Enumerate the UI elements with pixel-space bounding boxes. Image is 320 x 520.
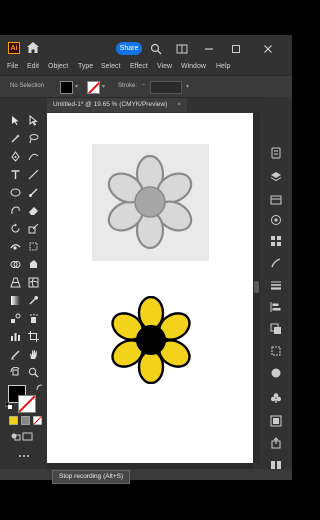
- stroke-stepper-icon[interactable]: ⌃: [141, 83, 146, 90]
- pathfinder-icon[interactable]: [270, 323, 282, 335]
- libraries-icon[interactable]: [270, 194, 282, 206]
- recording-tooltip: Stop recording (Alt+S): [52, 470, 131, 484]
- eyedropper-tool-icon[interactable]: [28, 295, 39, 306]
- rotate-view-tool-icon[interactable]: [10, 367, 21, 378]
- appearance-icon[interactable]: [270, 367, 282, 379]
- align-icon[interactable]: [270, 301, 282, 313]
- transform-icon[interactable]: [270, 345, 282, 357]
- line-segment-tool-icon[interactable]: [28, 169, 39, 180]
- curvature-tool-icon[interactable]: [28, 151, 39, 162]
- control-bar: No Selection ▾ ▾ Stroke: ⌃ ▾: [0, 75, 292, 98]
- yellow-flower-artwork[interactable]: [107, 296, 195, 384]
- layers-icon[interactable]: [270, 171, 282, 183]
- scale-tool-icon[interactable]: [28, 223, 39, 234]
- shaper-tool-icon[interactable]: [10, 205, 21, 216]
- restore-icon[interactable]: [230, 42, 242, 54]
- magic-wand-tool-icon[interactable]: [10, 133, 21, 144]
- menu-select[interactable]: Select: [101, 63, 120, 70]
- menu-edit[interactable]: Edit: [27, 63, 39, 70]
- menu-file[interactable]: File: [7, 63, 18, 70]
- lasso-tool-icon[interactable]: [28, 133, 39, 144]
- tools-panel: [4, 113, 44, 457]
- fill-swatch[interactable]: [60, 81, 73, 94]
- zoom-tool-icon[interactable]: [28, 367, 39, 378]
- default-fill-stroke-icon[interactable]: [5, 402, 12, 409]
- swap-fill-stroke-icon[interactable]: [36, 384, 43, 391]
- pen-tool-icon[interactable]: [10, 151, 21, 162]
- symbol-sprayer-tool-icon[interactable]: [28, 313, 39, 324]
- slice-tool-icon[interactable]: [10, 349, 21, 360]
- menu-help[interactable]: Help: [216, 63, 230, 70]
- right-panel-dock: [262, 97, 292, 480]
- close-tab-icon[interactable]: ×: [177, 98, 181, 112]
- arrange-documents-icon[interactable]: [176, 42, 188, 54]
- mesh-tool-icon[interactable]: [28, 277, 39, 288]
- search-icon[interactable]: [150, 42, 162, 55]
- gradient-tool-icon[interactable]: [10, 295, 21, 306]
- menu-view[interactable]: View: [157, 63, 172, 70]
- stroke-weight-input[interactable]: [150, 81, 182, 94]
- app-top-bar: Ai Share: [0, 35, 292, 60]
- home-icon[interactable]: [26, 41, 40, 54]
- artboard-tool-icon[interactable]: [28, 331, 39, 342]
- ellipse-tool-icon[interactable]: [10, 187, 21, 198]
- menu-object[interactable]: Object: [48, 63, 68, 70]
- color-icon[interactable]: [270, 214, 282, 226]
- reference-sketch-image[interactable]: [92, 144, 209, 261]
- gradient-mode-icon[interactable]: [21, 416, 30, 425]
- live-paint-tool-icon[interactable]: [28, 259, 39, 270]
- vertical-scrollbar[interactable]: [253, 113, 260, 463]
- shape-builder-tool-icon[interactable]: [10, 259, 21, 270]
- free-transform-tool-icon[interactable]: [28, 241, 39, 252]
- stroke-panel-icon[interactable]: [270, 279, 282, 291]
- blend-tool-icon[interactable]: [10, 313, 21, 324]
- brushes-icon[interactable]: [270, 257, 282, 269]
- close-icon[interactable]: [262, 42, 274, 54]
- vertical-scroll-thumb[interactable]: [254, 281, 259, 293]
- illustrator-logo: Ai: [8, 42, 20, 54]
- menu-type[interactable]: Type: [78, 63, 93, 70]
- symbols-icon[interactable]: [270, 392, 282, 404]
- artboard[interactable]: [47, 113, 253, 463]
- properties-icon[interactable]: [270, 147, 282, 159]
- none-mode-icon[interactable]: [33, 416, 42, 425]
- document-tab-title: Untitled-1* @ 19.65 % (CMYK/Preview): [53, 101, 168, 108]
- stroke-dropdown-icon[interactable]: ▾: [102, 83, 105, 90]
- perspective-grid-tool-icon[interactable]: [10, 277, 21, 288]
- selection-status: No Selection: [10, 83, 45, 89]
- graphic-styles-icon[interactable]: [270, 415, 282, 427]
- draw-normal-icon[interactable]: [10, 431, 21, 442]
- status-bar: [0, 469, 292, 480]
- asset-export-icon[interactable]: [270, 437, 282, 449]
- stroke-label: Stroke:: [118, 83, 138, 89]
- warp-tool-icon[interactable]: [10, 241, 21, 252]
- column-graph-tool-icon[interactable]: [10, 331, 21, 342]
- eraser-tool-icon[interactable]: [28, 205, 39, 216]
- menu-bar: File Edit Object Type Select Effect View…: [0, 61, 292, 75]
- illustrator-window: Ai Share File Edit Object Type Select Ef…: [0, 35, 292, 480]
- share-button[interactable]: Share: [116, 42, 142, 55]
- paintbrush-tool-icon[interactable]: [28, 187, 39, 198]
- swatches-icon[interactable]: [270, 235, 282, 247]
- stroke-color-swatch[interactable]: [18, 395, 36, 413]
- menu-effect[interactable]: Effect: [130, 63, 148, 70]
- color-mode-icon[interactable]: [9, 416, 18, 425]
- canvas-area[interactable]: [47, 113, 253, 463]
- direct-selection-tool-icon[interactable]: [28, 115, 39, 126]
- menu-window[interactable]: Window: [181, 63, 206, 70]
- edit-toolbar-icon[interactable]: [18, 453, 30, 459]
- hand-tool-icon[interactable]: [28, 349, 39, 360]
- rotate-tool-icon[interactable]: [10, 223, 21, 234]
- stroke-weight-dropdown-icon[interactable]: ▾: [186, 83, 189, 90]
- screen-mode-icon[interactable]: [22, 431, 33, 442]
- selection-tool-icon[interactable]: [10, 115, 21, 126]
- fill-dropdown-icon[interactable]: ▾: [75, 83, 78, 90]
- type-tool-icon[interactable]: [10, 169, 21, 180]
- stroke-swatch[interactable]: [87, 81, 100, 94]
- minimize-icon[interactable]: [203, 42, 215, 54]
- document-tab[interactable]: Untitled-1* @ 19.65 % (CMYK/Preview) ×: [47, 98, 187, 112]
